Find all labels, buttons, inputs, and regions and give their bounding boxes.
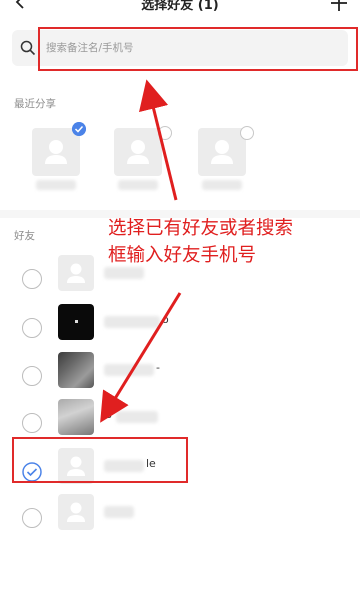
annotation-arrows bbox=[100, 79, 182, 423]
annotation-text: 选择已有好友或者搜索 框输入好友手机号 bbox=[108, 215, 360, 269]
arrow-to-search bbox=[139, 79, 178, 201]
annotation-line-2: 框输入好友手机号 bbox=[108, 245, 257, 266]
annotation-line-1: 选择已有好友或者搜索 bbox=[108, 218, 294, 239]
arrow-to-friend bbox=[100, 292, 182, 423]
